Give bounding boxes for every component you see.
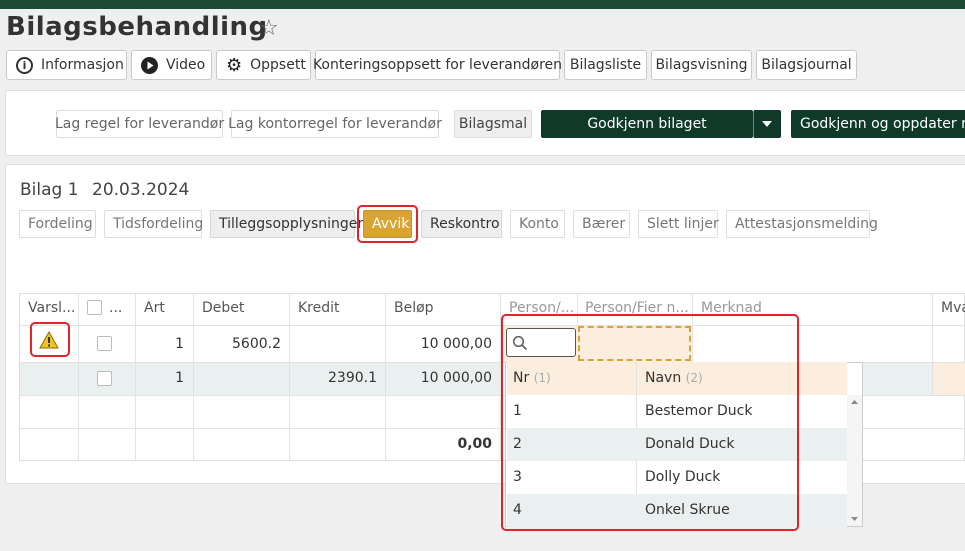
bilagsmal-button[interactable]: Bilagsmal xyxy=(454,110,532,138)
warning-highlight-frame xyxy=(30,322,70,357)
tab-attestasjonsmelding[interactable]: Attestasjonsmelding xyxy=(726,210,878,238)
tab-konto[interactable]: Konto xyxy=(510,210,565,238)
godkjenn-dropdown-chevron-icon[interactable] xyxy=(753,110,781,138)
scroll-down-icon xyxy=(851,517,858,521)
bilagsvisning-button[interactable]: Bilagsvisning xyxy=(651,50,752,80)
mva-cell-highlight xyxy=(932,362,965,395)
row2-art: 1 xyxy=(175,370,184,386)
godkjenn-bilaget-button[interactable]: Godkjenn bilaget xyxy=(541,110,753,138)
informasjon-button[interactable]: i Informasjon xyxy=(6,50,127,80)
header-mva[interactable]: Mva xyxy=(941,300,965,316)
godkjenn-oppdater-regel-button[interactable]: Godkjenn og oppdater regel xyxy=(791,110,965,138)
row1-art: 1 xyxy=(175,336,184,352)
oppsett-button[interactable]: ⚙ Oppsett xyxy=(216,50,311,80)
bilag-date: 20.03.2024 xyxy=(92,180,190,200)
video-label: Video xyxy=(166,57,206,73)
header-belop[interactable]: Beløp xyxy=(394,300,434,316)
bilagsliste-label: Bilagsliste xyxy=(569,57,642,73)
row1-debet[interactable]: 5600.2 xyxy=(232,336,281,352)
bilag-label: Bilag 1 xyxy=(20,180,79,200)
dropdown-highlight-frame xyxy=(501,314,799,531)
scroll-up-icon xyxy=(851,400,858,404)
bilagsvisning-label: Bilagsvisning xyxy=(655,57,748,73)
row-checkbox[interactable] xyxy=(97,336,112,351)
avvik-highlight-frame xyxy=(357,205,418,243)
col-divider xyxy=(135,294,136,460)
row-divider xyxy=(20,325,965,326)
header-art[interactable]: Art xyxy=(144,300,165,316)
row2-belop[interactable]: 10 000,00 xyxy=(421,370,492,386)
konteringsoppsett-button[interactable]: Konteringsoppsett for leverandøren xyxy=(312,50,563,80)
oppsett-label: Oppsett xyxy=(250,57,306,73)
bilagsjournal-label: Bilagsjournal xyxy=(761,57,852,73)
col-divider xyxy=(289,294,290,460)
select-all-checkbox[interactable] xyxy=(87,300,102,315)
tab-fordeling[interactable]: Fordeling xyxy=(19,210,96,238)
tab-tidsfordeling[interactable]: Tidsfordeling xyxy=(104,210,203,238)
page-title: Bilagsbehandling xyxy=(6,12,268,42)
tab-baerer[interactable]: Bærer xyxy=(573,210,630,238)
tab-slett-linjer[interactable]: Slett linjer xyxy=(638,210,719,238)
dropdown-scrollbar[interactable] xyxy=(847,395,862,526)
col-divider xyxy=(932,294,933,394)
header-check: ... xyxy=(109,300,123,316)
info-icon: i xyxy=(16,56,33,74)
gear-icon: ⚙ xyxy=(226,54,243,76)
total-belop: 0,00 xyxy=(457,436,492,452)
col-divider xyxy=(193,294,194,460)
row1-belop[interactable]: 10 000,00 xyxy=(421,336,492,352)
lag-regel-button[interactable]: Lag regel for leverandør xyxy=(55,110,224,138)
video-button[interactable]: Video xyxy=(131,50,212,80)
header-kredit[interactable]: Kredit xyxy=(298,300,340,316)
tab-tilleggsopplysninger[interactable]: Tilleggsopplysninger xyxy=(210,210,363,238)
tab-reskontro[interactable]: Reskontro xyxy=(421,210,502,238)
play-icon xyxy=(141,56,158,74)
bilagsjournal-button[interactable]: Bilagsjournal xyxy=(756,50,857,80)
row-checkbox[interactable] xyxy=(97,371,112,386)
col-divider xyxy=(385,294,386,460)
bilagsliste-button[interactable]: Bilagsliste xyxy=(564,50,647,80)
header-varsel[interactable]: Varsl... xyxy=(28,300,76,316)
informasjon-label: Informasjon xyxy=(41,57,124,73)
konteringsoppsett-label: Konteringsoppsett for leverandøren xyxy=(312,57,563,73)
row2-kredit[interactable]: 2390.1 xyxy=(328,370,377,386)
lag-kontorregel-button[interactable]: Lag kontorregel for leverandør xyxy=(228,110,442,138)
favorite-star-icon[interactable]: ☆ xyxy=(259,16,279,41)
col-divider xyxy=(78,294,79,460)
header-debet[interactable]: Debet xyxy=(202,300,244,316)
top-brand-bar xyxy=(0,0,965,9)
